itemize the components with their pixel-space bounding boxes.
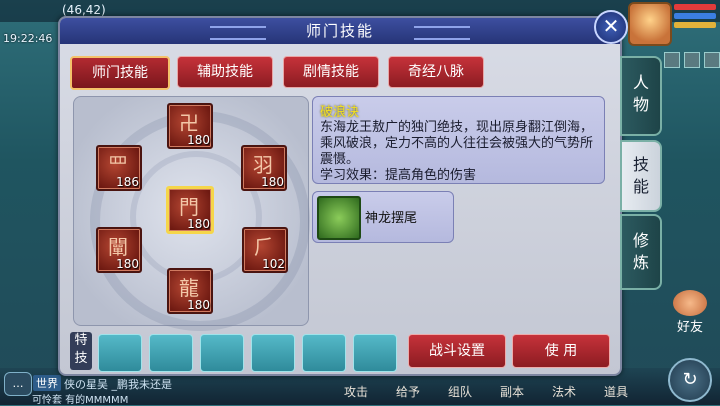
chat-icon[interactable]: … (4, 372, 32, 396)
chat-message: 可怜套 有的MMMMM (32, 395, 129, 406)
panel-title-bar: 师门技能 (60, 18, 620, 44)
buff-icon (704, 52, 720, 68)
battle-settings-button[interactable]: 战斗设置 (408, 334, 506, 368)
tab-support-skills[interactable]: 辅助技能 (177, 56, 273, 88)
side-tab-label: 技 (632, 155, 649, 174)
friends-icon (673, 290, 707, 316)
menu-dungeon[interactable]: 副本 (486, 383, 538, 400)
side-tab-skills[interactable]: 技 能 (620, 140, 662, 212)
buff-icons (664, 52, 720, 68)
bottom-action-menu: 攻击 给予 组队 副本 法术 道具 (330, 383, 642, 400)
menu-spell[interactable]: 法术 (538, 383, 590, 400)
skill-icon[interactable]: ⺁ 102 (242, 227, 288, 273)
special-skill-slot[interactable] (98, 334, 142, 372)
menu-attack[interactable]: 攻击 (330, 383, 382, 400)
skill-effect: 学习效果：提高角色的伤害 (320, 168, 477, 183)
menu-team[interactable]: 组队 (434, 383, 486, 400)
tab-story-skills[interactable]: 剧情技能 (283, 56, 379, 88)
chat-message: 侠の星吴 _鹏我未还是 (64, 378, 172, 391)
side-tab-label: 物 (632, 95, 649, 114)
game-clock: 19:22:46 (3, 32, 53, 45)
sub-skill-card[interactable]: 神龙摆尾 (312, 191, 454, 243)
skill-description-box: 破浪诀 东海龙王敖广的独门绝技，现出原身翻江倒海，乘风破浪，定力不高的人往往会被… (312, 96, 605, 184)
skill-name: 破浪诀 (320, 105, 360, 120)
special-skill-slot[interactable] (353, 334, 397, 372)
refresh-icon[interactable]: ↻ (668, 358, 712, 402)
buff-icon (664, 52, 680, 68)
special-skill-label: 特技 (70, 332, 92, 370)
special-skills-bar: 特技 战斗设置 使 用 (70, 330, 610, 372)
buff-icon (684, 52, 700, 68)
skill-level: 180 (261, 175, 284, 189)
tab-meridians[interactable]: 奇经八脉 (388, 56, 484, 88)
skill-icon[interactable]: 卍 180 (167, 103, 213, 149)
skill-level: 102 (262, 257, 285, 271)
title-ornament (210, 26, 266, 40)
tab-school-skills[interactable]: 师门技能 (70, 56, 170, 90)
player-status-bars (674, 4, 716, 31)
dragon-tail-icon (317, 196, 361, 240)
side-tab-label: 人 (632, 73, 649, 92)
menu-give[interactable]: 给予 (382, 383, 434, 400)
special-skill-slot[interactable] (200, 334, 244, 372)
skill-description: 东海龙王敖广的独门绝技，现出原身翻江倒海，乘风破浪，定力不高的人往往会被强大的气… (320, 120, 594, 167)
skill-level: 186 (116, 175, 139, 189)
skill-icon[interactable]: 龍 180 (167, 268, 213, 314)
special-skill-slot[interactable] (149, 334, 193, 372)
skill-icon-selected[interactable]: 門 180 (166, 186, 214, 234)
sub-skill-name: 神龙摆尾 (365, 211, 418, 226)
skill-level: 180 (116, 257, 139, 271)
skill-level: 180 (187, 298, 210, 312)
skill-icon[interactable]: 罒 186 (96, 145, 142, 191)
panel-title: 师门技能 (305, 22, 374, 40)
skill-level: 180 (187, 133, 210, 147)
menu-items[interactable]: 道具 (590, 383, 642, 400)
map-coordinates: (46,42) (62, 3, 106, 17)
special-skill-slot[interactable] (251, 334, 295, 372)
friends-label: 好友 (676, 320, 703, 335)
skill-icon[interactable]: 羽 180 (241, 145, 287, 191)
side-tab-label: 炼 (632, 253, 649, 272)
close-button[interactable]: ✕ (594, 10, 628, 44)
friends-button[interactable]: 好友 (664, 290, 716, 342)
player-avatar[interactable] (628, 2, 672, 46)
side-tab-label: 能 (632, 177, 649, 196)
mp-bar (674, 13, 716, 19)
special-skill-slot[interactable] (302, 334, 346, 372)
title-ornament (414, 26, 470, 40)
skill-level: 180 (187, 217, 210, 231)
anger-bar (674, 22, 716, 28)
hp-bar (674, 4, 716, 10)
skill-icon[interactable]: 闡 180 (96, 227, 142, 273)
side-tab-cultivation[interactable]: 修 炼 (620, 214, 662, 290)
chat-channel-tag: 世界 (33, 375, 61, 391)
use-button[interactable]: 使 用 (512, 334, 610, 368)
side-tab-character[interactable]: 人 物 (620, 56, 662, 136)
side-tab-label: 修 (632, 231, 649, 250)
